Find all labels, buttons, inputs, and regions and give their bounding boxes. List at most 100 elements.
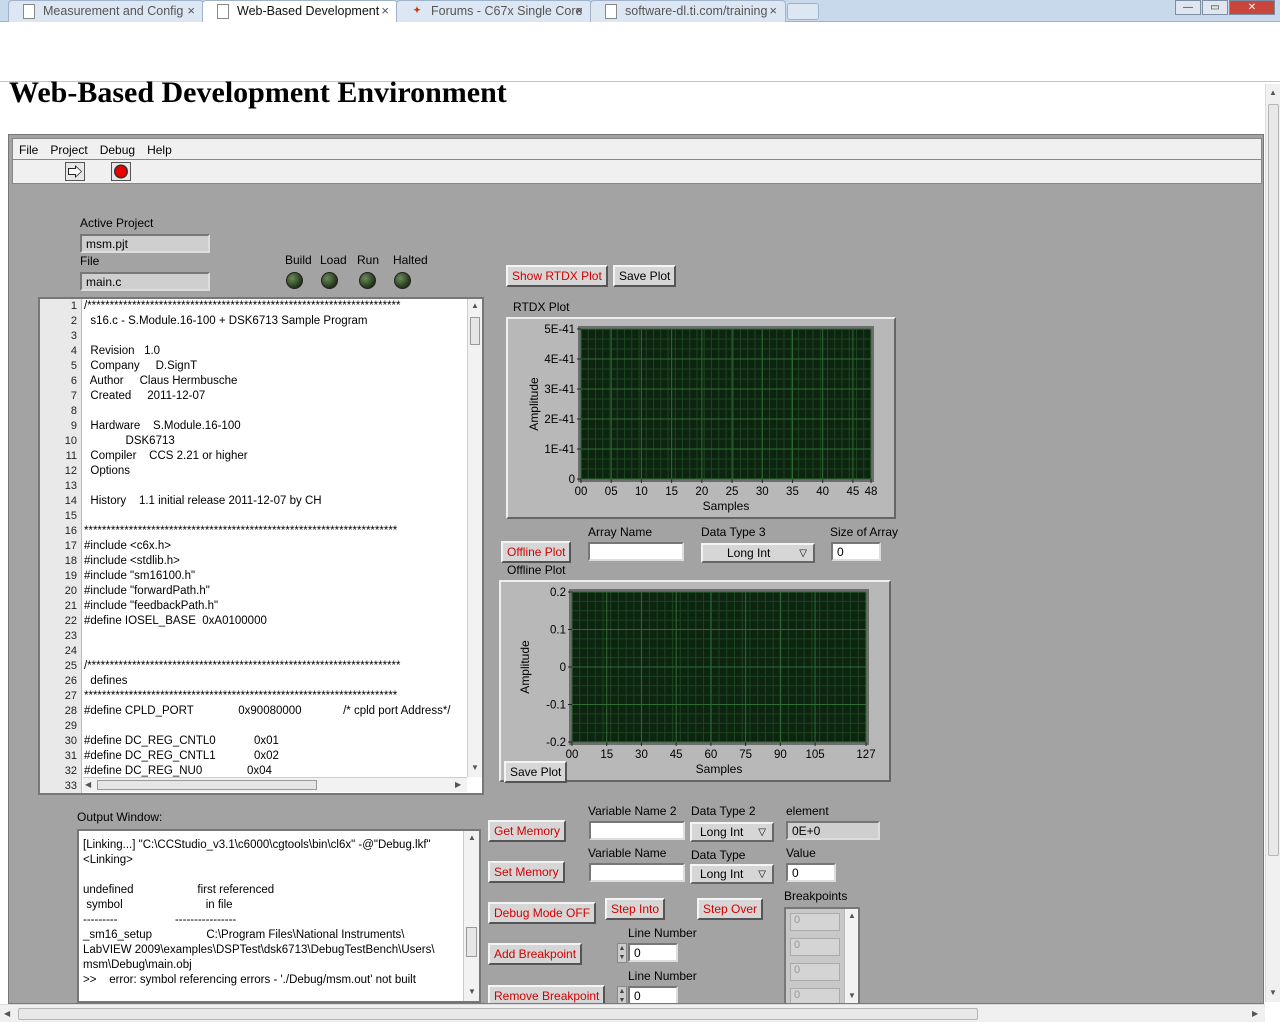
scroll-right-icon[interactable]: ▶ (455, 780, 461, 789)
chevron-down-icon: ▽ (758, 869, 766, 880)
scroll-up-icon[interactable]: ▲ (468, 833, 476, 842)
get-memory-button[interactable]: Get Memory (488, 820, 567, 842)
data-type-2-dropdown[interactable]: Long Int ▽ (690, 822, 774, 842)
offline-plot-button[interactable]: Offline Plot (501, 541, 572, 563)
file-field[interactable]: main.c (80, 272, 210, 291)
debug-mode-button[interactable]: Debug Mode OFF (488, 902, 597, 924)
run-arrow-icon[interactable] (65, 162, 85, 181)
breakpoints-scrollbar[interactable]: ▲ ▼ (844, 909, 858, 1003)
y-tick-label: 5E-41 (544, 324, 575, 336)
close-icon[interactable]: × (381, 3, 389, 18)
run-led (359, 272, 376, 289)
scroll-right-icon[interactable]: ▶ (1252, 1009, 1258, 1018)
output-window[interactable]: [Linking...] "C:\CCStudio_v3.1\c6000\cgt… (77, 829, 481, 1003)
led-label-load: Load (320, 253, 347, 267)
close-window-button[interactable]: ✕ (1229, 0, 1275, 15)
run-toolbar (12, 160, 1262, 184)
scroll-thumb[interactable] (1268, 104, 1279, 856)
menu-help[interactable]: Help (141, 139, 178, 157)
line-number-1-field[interactable]: 0 (628, 943, 678, 962)
save-rtdx-plot-button[interactable]: Save Plot (613, 265, 677, 287)
line-number: 22 (64, 615, 77, 627)
abort-icon[interactable] (111, 162, 131, 181)
line-number-2-label: Line Number (628, 969, 697, 983)
list-item[interactable]: 0 (790, 988, 840, 1003)
data-type-3-label: Data Type 3 (701, 525, 766, 539)
line-number: 30 (64, 735, 77, 747)
breakpoints-list[interactable]: 0 0 0 0 ▲ ▼ (784, 907, 860, 1003)
scroll-left-icon[interactable]: ◀ (4, 1009, 10, 1018)
line-number-2-field[interactable]: 0 (628, 986, 678, 1003)
scroll-left-icon[interactable]: ◀ (85, 780, 91, 789)
active-project-field[interactable]: msm.pjt (80, 234, 210, 253)
menu-debug[interactable]: Debug (94, 139, 141, 157)
minimize-button[interactable]: — (1175, 0, 1201, 15)
set-memory-button[interactable]: Set Memory (488, 861, 565, 883)
scroll-thumb[interactable] (97, 780, 317, 790)
menu-project[interactable]: Project (44, 139, 93, 157)
list-item[interactable]: 0 (790, 938, 840, 956)
code-line: #include "forwardPath.h" (84, 585, 210, 597)
scroll-up-icon[interactable]: ▲ (848, 911, 856, 920)
line-number: 12 (64, 465, 77, 477)
remove-breakpoint-button[interactable]: Remove Breakpoint (488, 985, 606, 1003)
maximize-button[interactable]: ▭ (1202, 0, 1228, 15)
step-over-button[interactable]: Step Over (697, 898, 764, 920)
menu-file[interactable]: File (13, 139, 44, 157)
line-number-gutter: 1 2 3 4 5 6 7 8 9 10 11 12 13 14 15 16 17 18 19 20 21 22 23 24 2… (40, 299, 82, 793)
array-name-field[interactable] (588, 542, 684, 561)
line-number: 10 (64, 435, 77, 447)
code-line: Hardware S.Module.16-100 (84, 420, 241, 432)
data-type-3-dropdown[interactable]: Long Int ▽ (701, 543, 815, 563)
tab-web-based[interactable]: Web-Based Development × (202, 0, 398, 23)
page-horizontal-scrollbar[interactable]: ◀ ▶ (0, 1004, 1265, 1022)
output-line: LabVIEW 2009\examples\DSPTest\dsk6713\De… (83, 944, 435, 956)
close-icon[interactable]: × (769, 3, 777, 18)
variable-name-field[interactable] (589, 863, 685, 882)
value-field[interactable]: 0 (786, 863, 836, 882)
scroll-down-icon[interactable]: ▼ (468, 987, 476, 996)
chevron-down-icon: ▽ (758, 827, 766, 838)
code-editor[interactable]: 1 2 3 4 5 6 7 8 9 10 11 12 13 14 15 16 17 18 19 20 21 22 23 24 2… (38, 297, 484, 795)
output-scrollbar[interactable]: ▲ ▼ (463, 831, 479, 1001)
show-rtdx-plot-button[interactable]: Show RTDX Plot (506, 265, 608, 287)
browser-toolbar (0, 22, 1280, 82)
load-led (321, 272, 338, 289)
tab-forums[interactable]: ✦ Forums - C67x Single Core × (396, 0, 592, 22)
code-line: #define DC_REG_NU0 0x04 (84, 765, 272, 777)
line-number-1-stepper[interactable]: ▲ ▼ (617, 943, 627, 963)
scroll-thumb[interactable] (466, 927, 477, 957)
close-icon[interactable]: × (187, 3, 195, 18)
save-offline-plot-button[interactable]: Save Plot (504, 761, 568, 783)
close-icon[interactable]: × (575, 3, 583, 18)
y-tick-label: 2E-41 (544, 414, 575, 426)
line-number-2-stepper[interactable]: ▲ ▼ (617, 986, 627, 1003)
scroll-thumb[interactable] (18, 1008, 978, 1020)
element-field: 0E+0 (786, 821, 880, 840)
list-item[interactable]: 0 (790, 963, 840, 981)
scroll-down-icon[interactable]: ▼ (848, 991, 856, 1000)
labview-panel: File Project Debug Help Active Project msm.… (8, 134, 1264, 1004)
scroll-up-icon[interactable]: ▲ (1269, 88, 1277, 97)
scroll-down-icon[interactable]: ▼ (1269, 988, 1277, 997)
scroll-down-icon[interactable]: ▼ (471, 763, 479, 772)
step-into-button[interactable]: Step Into (605, 898, 666, 920)
output-line: _sm16_setup C:\Program Files\National In… (83, 929, 405, 941)
line-number: 27 (64, 690, 77, 702)
list-item[interactable]: 0 (790, 913, 840, 931)
scroll-thumb[interactable] (470, 317, 480, 345)
output-line: msm\Debug\main.obj (83, 959, 192, 971)
scroll-up-icon[interactable]: ▲ (471, 301, 479, 310)
tab-title: software-dl.ti.com/training (625, 4, 768, 18)
x-tick-label: 75 (739, 749, 752, 761)
data-type-dropdown[interactable]: Long Int ▽ (690, 864, 774, 884)
add-breakpoint-button[interactable]: Add Breakpoint (488, 943, 583, 965)
new-tab-button[interactable] (787, 3, 819, 20)
size-of-array-field[interactable]: 0 (831, 542, 881, 561)
variable-name-2-field[interactable] (589, 821, 685, 840)
tab-measurement[interactable]: Measurement and Config × (8, 0, 204, 22)
tab-software-dl[interactable]: software-dl.ti.com/training × (590, 0, 786, 22)
code-vertical-scrollbar[interactable]: ▲ ▼ (467, 299, 482, 777)
page-vertical-scrollbar[interactable]: ▲ ▼ (1265, 84, 1280, 1002)
code-horizontal-scrollbar[interactable]: ◀ ▶ (83, 777, 467, 792)
